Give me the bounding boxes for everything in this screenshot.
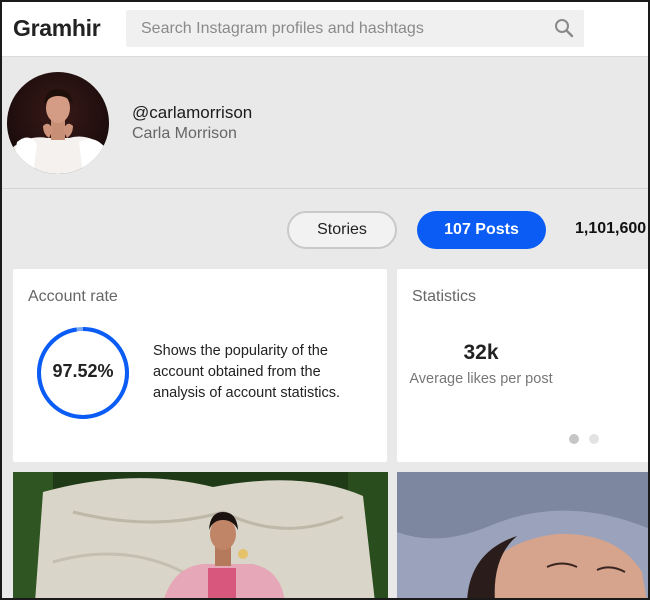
search-input[interactable]	[126, 10, 546, 47]
carousel-dot-1[interactable]	[569, 434, 579, 444]
avatar[interactable]	[7, 72, 109, 174]
top-header: Gramhir	[2, 2, 648, 57]
search-bar[interactable]	[126, 10, 584, 47]
statistics-title: Statistics	[412, 288, 477, 305]
account-rate-card: Account rate 97.52% Shows the popularity…	[13, 269, 387, 462]
tab-stories[interactable]: Stories	[287, 211, 397, 249]
statistics-card: Statistics 32k Average likes per post	[397, 269, 648, 462]
profile-section: @carlamorrison Carla Morrison	[2, 58, 648, 188]
section-divider	[2, 188, 648, 189]
average-likes-value: 32k	[463, 341, 499, 364]
site-logo[interactable]: Gramhir	[13, 15, 101, 42]
profile-full-name: Carla Morrison	[132, 125, 237, 142]
tab-followers[interactable]: 1,101,600	[575, 220, 646, 238]
account-rate-title: Account rate	[28, 288, 118, 305]
post-thumbnail[interactable]	[397, 472, 648, 598]
carousel-dot-2[interactable]	[589, 434, 599, 444]
post-thumbnail[interactable]	[13, 472, 388, 598]
browser-frame: Gramhir Search Instagram profiles and ha…	[0, 0, 650, 600]
tab-posts[interactable]: 107 Posts	[417, 211, 546, 249]
profile-username: @carlamorrison	[132, 103, 253, 122]
search-icon[interactable]	[554, 18, 574, 38]
account-rate-value: 97.52%	[52, 361, 114, 381]
average-likes-label: Average likes per post	[409, 371, 553, 387]
account-rate-description: Shows the popularity of the account obta…	[153, 343, 340, 401]
